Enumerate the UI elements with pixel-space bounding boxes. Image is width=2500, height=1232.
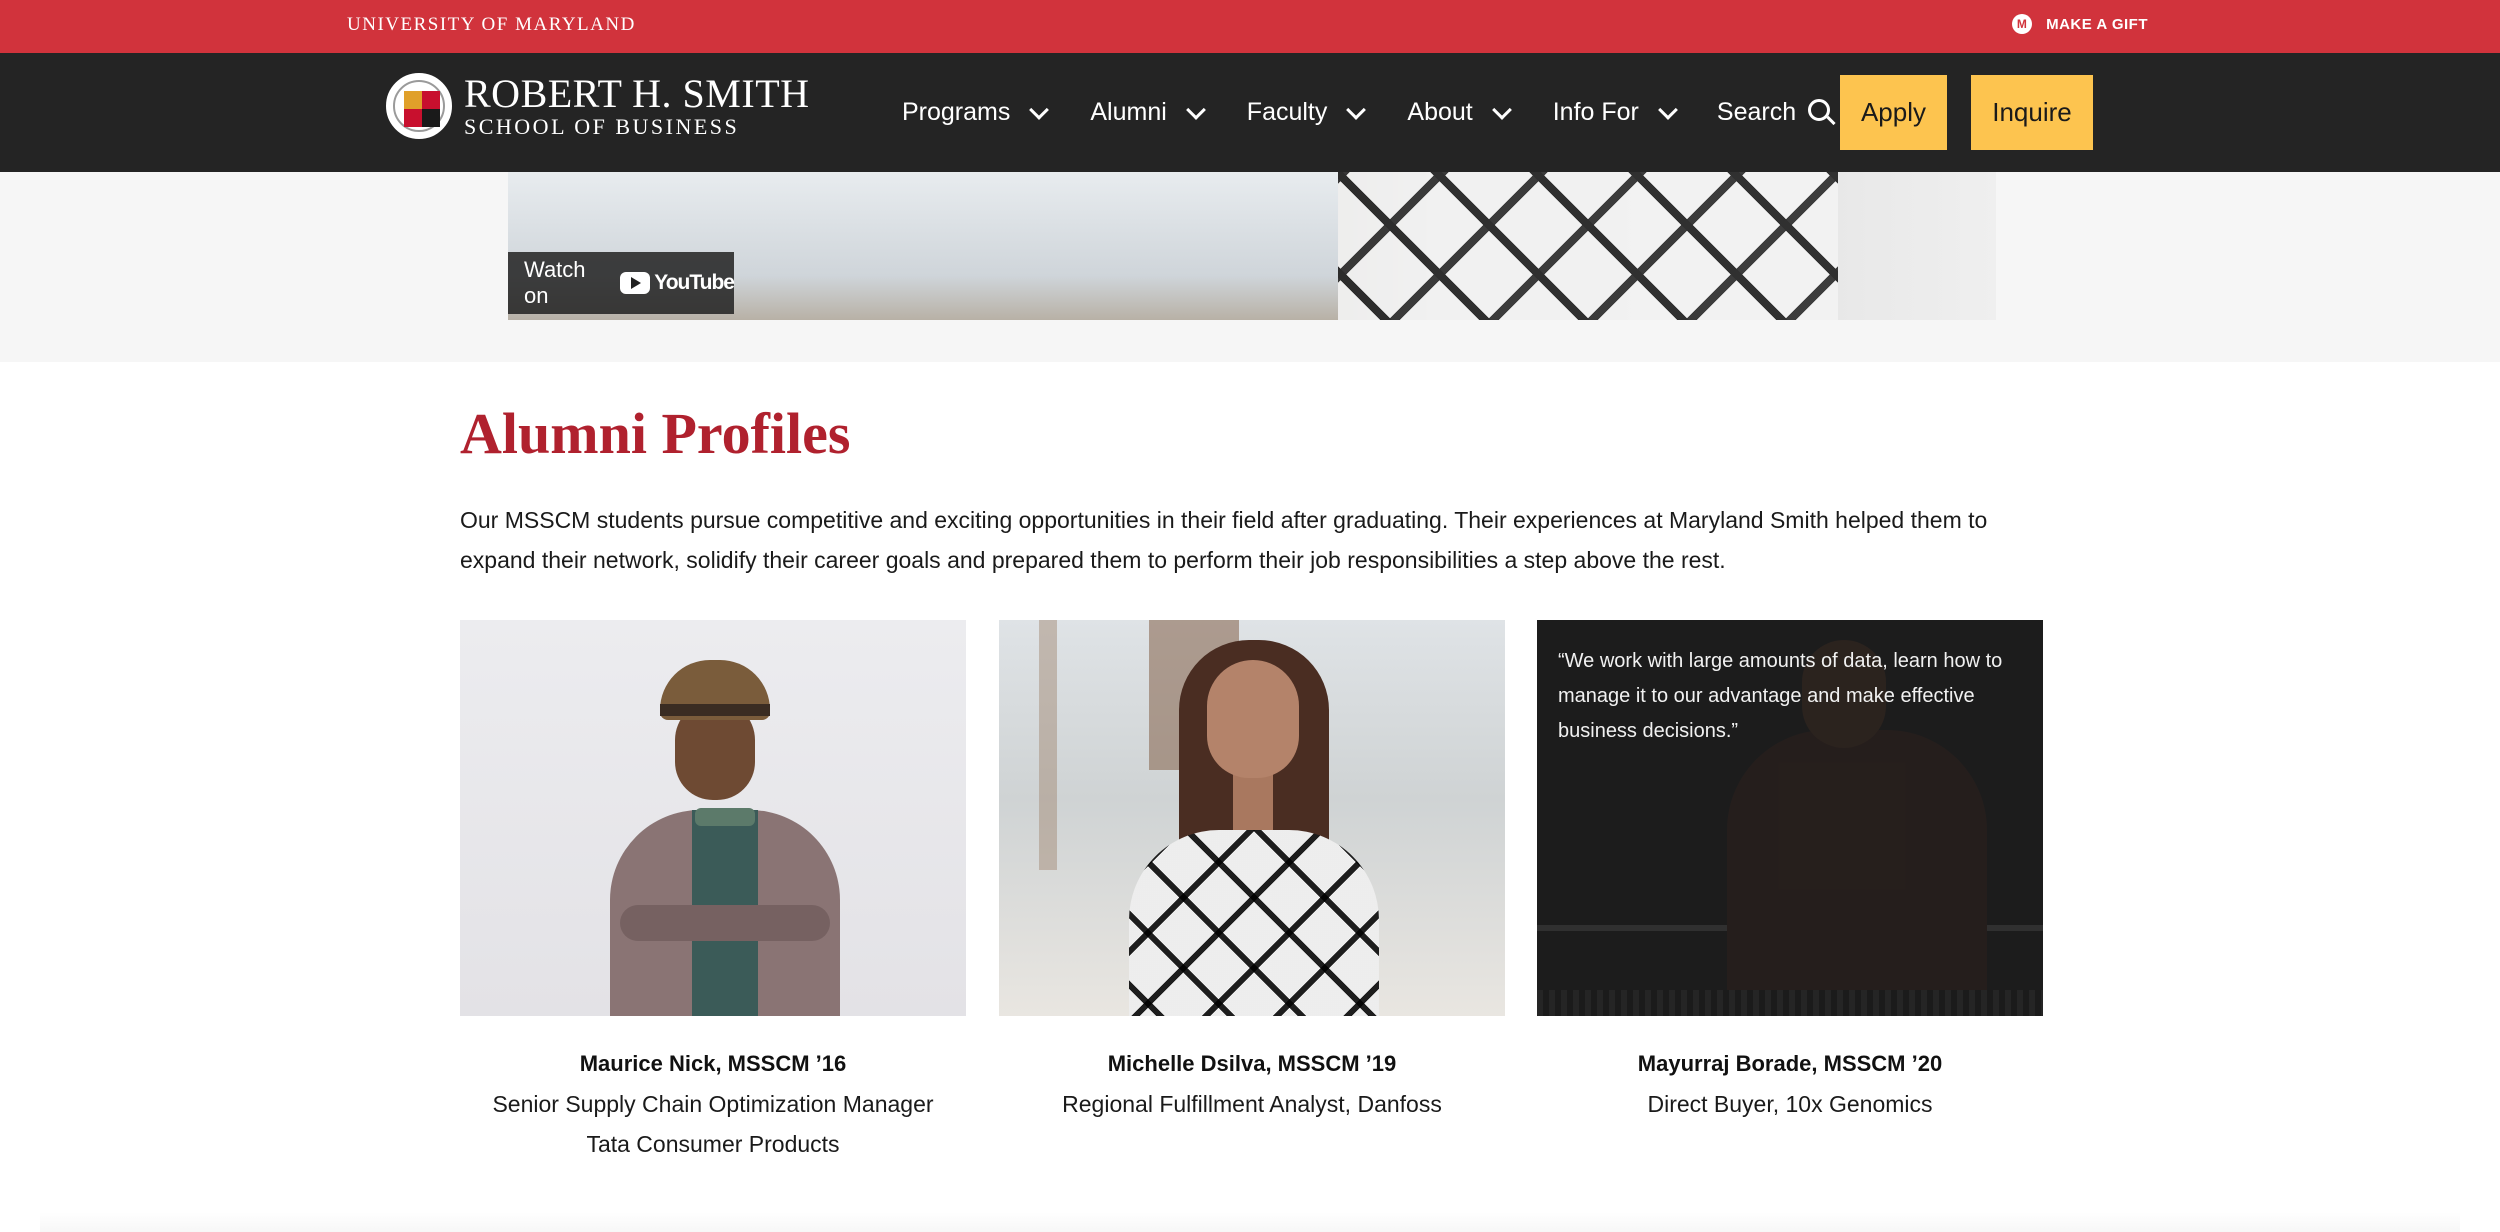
- search-label: Search: [1716, 98, 1797, 126]
- inquire-button[interactable]: Inquire: [1971, 75, 2093, 150]
- nav-menu: Programs Alumni Faculty About Info For S…: [902, 53, 1836, 172]
- school-logo[interactable]: ROBERT H. SMITH SCHOOL OF BUSINESS: [386, 73, 810, 139]
- nav-item-label: Programs: [902, 98, 1011, 126]
- section-divider: [40, 1212, 2460, 1232]
- school-name-line1: ROBERT H. SMITH: [464, 71, 810, 116]
- profile-role: Direct Buyer, 10x Genomics: [1647, 1091, 1933, 1117]
- video-section: Watch on YouTube: [0, 172, 2500, 362]
- search-button[interactable]: Search: [1717, 98, 1836, 127]
- nav-item-label: Info For: [1552, 98, 1639, 126]
- profile-card: Maurice Nick, MSSCM ’16 Senior Supply Ch…: [460, 620, 966, 1164]
- gift-label: MAKE A GIFT: [2046, 15, 2148, 33]
- umd-seal-icon: [386, 73, 452, 139]
- apply-button[interactable]: Apply: [1840, 75, 1947, 150]
- watch-on-youtube-button[interactable]: Watch on YouTube: [508, 252, 735, 314]
- profile-role: Regional Fulfillment Analyst, Danfoss: [1062, 1091, 1442, 1117]
- chevron-down-icon: [1346, 99, 1367, 120]
- chevron-down-icon: [1029, 99, 1050, 120]
- nav-item-label: Faculty: [1246, 98, 1328, 126]
- chevron-down-icon: [1185, 99, 1206, 120]
- nav-item-info-for[interactable]: Info For: [1552, 98, 1678, 127]
- search-icon: [1808, 98, 1836, 127]
- nav-item-label: About: [1407, 98, 1473, 126]
- university-wordmark[interactable]: UNIVERSITY OF MARYLAND: [347, 14, 636, 36]
- chevron-down-icon: [1491, 99, 1512, 120]
- youtube-wordmark: YouTube: [654, 271, 735, 294]
- nav-item-label: Alumni: [1090, 98, 1167, 126]
- youtube-play-icon: [620, 272, 651, 294]
- profile-photo: [999, 620, 1505, 1016]
- profile-name: Michelle Dsilva, MSSCM ’19: [1107, 1051, 1397, 1076]
- chevron-down-icon: [1657, 99, 1678, 120]
- profile-role: Senior Supply Chain Optimization Manager…: [492, 1091, 934, 1157]
- nav-item-faculty[interactable]: Faculty: [1246, 98, 1367, 127]
- youtube-video-embed[interactable]: Watch on YouTube: [508, 172, 1996, 320]
- profile-quote: “We work with large amounts of data, lea…: [1558, 650, 2003, 742]
- gift-icon: M: [2012, 14, 2033, 34]
- utility-bar: UNIVERSITY OF MARYLAND M MAKE A GIFT: [0, 0, 2500, 53]
- video-thumbnail-pattern: [1338, 172, 1838, 320]
- school-name: ROBERT H. SMITH SCHOOL OF BUSINESS: [464, 74, 810, 138]
- profile-card: “We work with large amounts of data, lea…: [1537, 620, 2043, 1124]
- section-intro: Our MSSCM students pursue competitive an…: [460, 507, 1988, 573]
- youtube-logo-icon: YouTube: [620, 271, 735, 295]
- profile-name: Mayurraj Borade, MSSCM ’20: [1637, 1051, 1943, 1076]
- nav-item-about[interactable]: About: [1407, 98, 1512, 127]
- nav-item-alumni[interactable]: Alumni: [1090, 98, 1206, 127]
- watch-label: Watch on: [524, 257, 586, 308]
- profile-photo[interactable]: “We work with large amounts of data, lea…: [1537, 620, 2043, 1016]
- profile-name: Maurice Nick, MSSCM ’16: [579, 1051, 847, 1076]
- school-name-line2: SCHOOL OF BUSINESS: [464, 114, 740, 139]
- main-navigation: ROBERT H. SMITH SCHOOL OF BUSINESS Progr…: [0, 53, 2500, 172]
- section-title: Alumni Profiles: [460, 401, 851, 466]
- profile-card: Michelle Dsilva, MSSCM ’19 Regional Fulf…: [999, 620, 1505, 1124]
- make-a-gift-link[interactable]: M MAKE A GIFT: [2012, 14, 2148, 34]
- nav-item-programs[interactable]: Programs: [902, 98, 1050, 127]
- profile-photo: [460, 620, 966, 1016]
